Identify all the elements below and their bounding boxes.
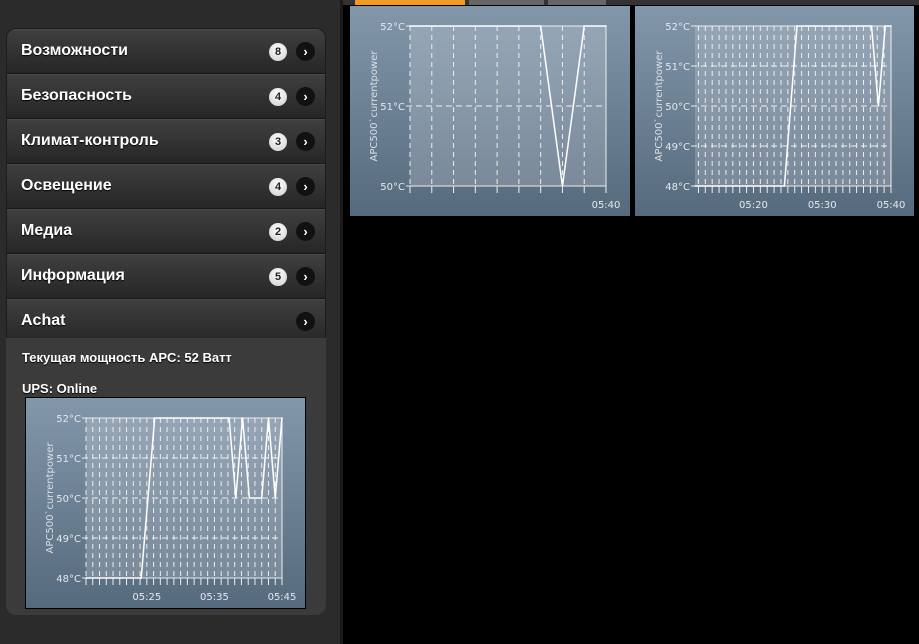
y-tick-label: 48°C bbox=[665, 182, 690, 193]
chevron-right-icon[interactable]: › bbox=[296, 312, 315, 331]
y-tick-label: 52°C bbox=[380, 22, 405, 33]
chevron-right-icon[interactable]: › bbox=[296, 132, 315, 151]
menu-item-5[interactable]: Информация 5 › bbox=[7, 254, 325, 299]
menu-item-label: Медиа bbox=[21, 222, 73, 239]
data-point bbox=[884, 25, 887, 27]
data-point bbox=[409, 25, 411, 27]
data-point bbox=[694, 185, 696, 187]
y-tick-label: 49°C bbox=[56, 534, 81, 545]
x-tick-label: 05:25 bbox=[132, 592, 161, 603]
x-tick-label: 05:45 bbox=[268, 592, 297, 603]
count-badge: 4 bbox=[269, 88, 287, 106]
chevron-right-icon[interactable]: › bbox=[296, 222, 315, 241]
data-point bbox=[248, 497, 251, 499]
data-point bbox=[140, 577, 142, 579]
chevron-right-icon[interactable]: › bbox=[296, 267, 315, 286]
data-point bbox=[583, 25, 586, 27]
menu-item-4[interactable]: Медиа 2 › bbox=[7, 209, 325, 254]
y-tick-label: 50°C bbox=[380, 182, 405, 193]
menu-item-label: Безопасность bbox=[21, 87, 132, 104]
y-tick-label: 49°C bbox=[665, 142, 690, 153]
chevron-right-icon[interactable]: › bbox=[296, 177, 315, 196]
power-chart-2: 48°C 49°C 50°C 51°C 52°C 05:20 05:30 05:40 APC50… bbox=[635, 6, 914, 216]
x-tick-label: 05:20 bbox=[739, 200, 768, 211]
x-tick-label: 05:40 bbox=[877, 200, 906, 211]
menu-list: Возможности 8 › Безопасность 4 › Климат-контро… bbox=[6, 28, 326, 345]
menu-item-label: Информация bbox=[21, 267, 125, 284]
data-point bbox=[267, 417, 270, 419]
y-tick-label: 50°C bbox=[56, 494, 81, 505]
data-point bbox=[539, 25, 542, 27]
y-tick-label: 51°C bbox=[665, 62, 690, 73]
data-point bbox=[85, 577, 87, 579]
data-point bbox=[274, 497, 277, 499]
y-axis-label: APC500`currentpower bbox=[44, 442, 56, 554]
tab-3[interactable] bbox=[548, 0, 606, 5]
tab-active[interactable] bbox=[355, 0, 465, 5]
data-point bbox=[890, 25, 892, 27]
menu-item-1[interactable]: Безопасность 4 › bbox=[7, 74, 325, 119]
data-point bbox=[241, 417, 244, 419]
menu-item-label: Возможности bbox=[21, 42, 128, 59]
power-chart-1: 50°C 51°C 52°C 05:40 APC500`currentpower bbox=[350, 6, 630, 216]
chevron-right-icon[interactable]: › bbox=[296, 42, 315, 61]
y-axis-label: APC500`currentpower bbox=[368, 50, 380, 162]
y-tick-label: 48°C bbox=[56, 574, 81, 585]
data-point bbox=[783, 185, 786, 187]
count-badge: 4 bbox=[269, 178, 287, 196]
count-badge: 8 bbox=[269, 43, 287, 61]
data-point bbox=[561, 185, 564, 187]
count-badge: 2 bbox=[269, 223, 287, 241]
menu-item-label: Освещение bbox=[21, 177, 112, 194]
tab-strip bbox=[343, 0, 919, 5]
y-tick-label: 51°C bbox=[56, 454, 81, 465]
x-tick-label: 05:35 bbox=[200, 592, 229, 603]
data-point bbox=[260, 497, 263, 499]
count-badge: 5 bbox=[269, 268, 287, 286]
x-tick-label: 05:30 bbox=[808, 200, 837, 211]
data-point bbox=[870, 25, 873, 27]
ups-status-text: UPS: Online bbox=[22, 381, 98, 396]
data-point bbox=[796, 25, 798, 27]
menu-item-label: Климат-контроль bbox=[21, 132, 159, 149]
data-point bbox=[605, 25, 607, 27]
menu-item-0[interactable]: Возможности 8 › bbox=[7, 29, 325, 74]
data-point bbox=[235, 497, 237, 499]
menu-item-3[interactable]: Освещение 4 › bbox=[7, 164, 325, 209]
y-tick-label: 52°C bbox=[665, 22, 690, 33]
chevron-right-icon[interactable]: › bbox=[296, 87, 315, 106]
y-tick-label: 51°C bbox=[380, 102, 405, 113]
y-tick-label: 52°C bbox=[56, 414, 81, 425]
data-point bbox=[877, 105, 880, 107]
current-power-text: Текущая мощность APC: 52 Ватт bbox=[22, 350, 232, 365]
power-chart-sidebar: 48°C 49°C 50°C 51°C 52°C 05:25 05:35 05:45 APC50… bbox=[25, 397, 306, 609]
data-point bbox=[228, 417, 230, 419]
menu-item-label: Achat bbox=[21, 312, 66, 329]
data-point bbox=[281, 417, 283, 419]
count-badge: 3 bbox=[269, 133, 287, 151]
data-point bbox=[153, 417, 156, 419]
menu-item-2[interactable]: Климат-контроль 3 › bbox=[7, 119, 325, 164]
y-axis-label: APC500`currentpower bbox=[653, 50, 665, 162]
y-tick-label: 50°C bbox=[665, 102, 690, 113]
x-tick-label: 05:40 bbox=[592, 200, 621, 211]
tab-2[interactable] bbox=[469, 0, 544, 5]
